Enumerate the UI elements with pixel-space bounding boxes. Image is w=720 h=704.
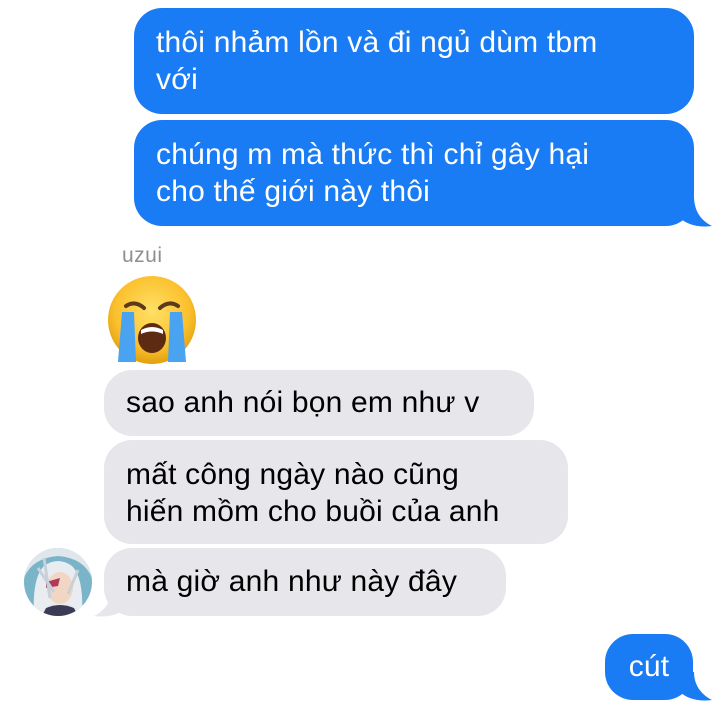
loudly-crying-face-icon [108, 276, 196, 364]
message-line: thôi nhảm lồn và đi ngủ dùm tbm [156, 26, 598, 59]
incoming-message[interactable]: mất công ngày nào cũng hiến mồm cho buồi… [104, 440, 568, 544]
outgoing-bubble-tail [680, 196, 712, 227]
message-text: cút [628, 650, 670, 683]
outgoing-message[interactable]: chúng m mà thức thì chỉ gây hại cho thế … [134, 120, 694, 226]
sender-name: uzui [122, 244, 163, 267]
avatar[interactable] [24, 548, 92, 616]
message-line: với [156, 63, 198, 96]
message-line: hiến mồm cho buồi của anh [126, 495, 500, 528]
incoming-message[interactable]: mà giờ anh như này đây [104, 548, 506, 616]
message-line: mất công ngày nào cũng [126, 458, 459, 491]
conversation-view: thôi nhảm lồn và đi ngủ dùm tbm với chún… [0, 0, 720, 704]
incoming-message[interactable]: sao anh nói bọn em như v [104, 370, 534, 436]
message-line: chúng m mà thức thì chỉ gây hại [156, 138, 590, 171]
message-text: sao anh nói bọn em như v [126, 386, 480, 419]
message-text: mà giờ anh như này đây [126, 565, 458, 598]
message-line: cho thế giới này thôi [156, 175, 431, 208]
incoming-bubble-tail [94, 586, 126, 617]
outgoing-bubble-tail [680, 672, 712, 701]
outgoing-message[interactable]: thôi nhảm lồn và đi ngủ dùm tbm với [134, 8, 694, 114]
